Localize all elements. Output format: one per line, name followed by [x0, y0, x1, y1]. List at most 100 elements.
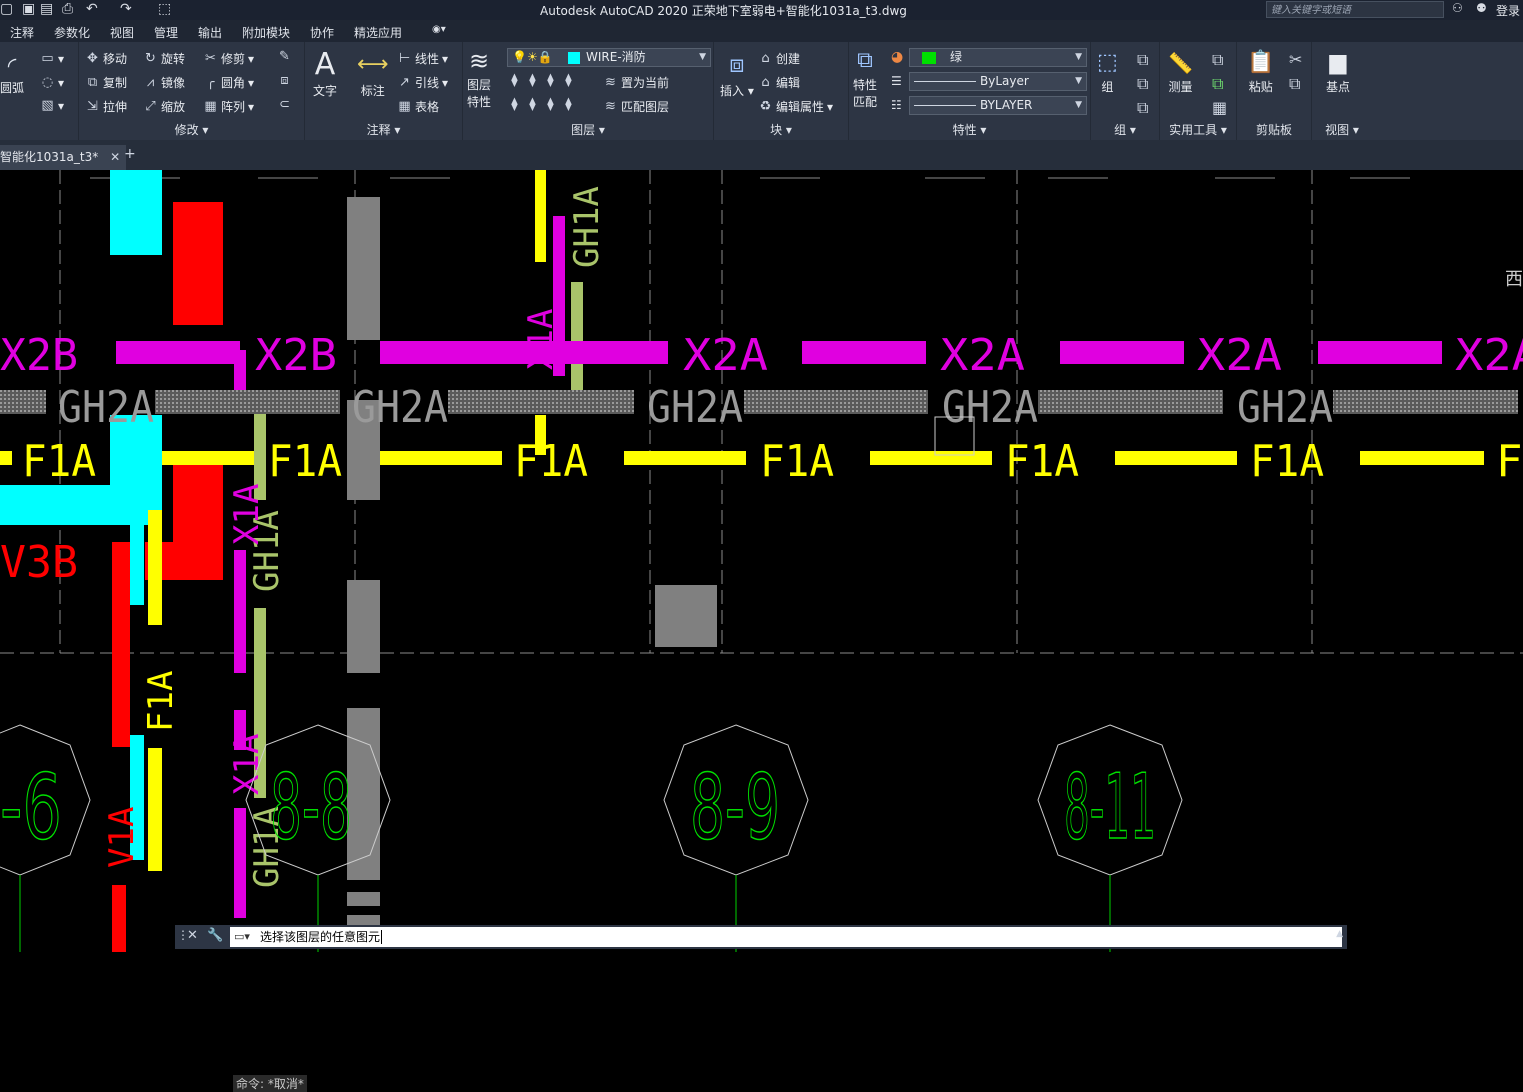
tab-view[interactable]: 视图: [110, 24, 134, 41]
view-panel-label[interactable]: 视图 ▾: [1312, 121, 1372, 138]
tab-annotate[interactable]: 注释: [10, 24, 34, 41]
layer-off-icon: ⧫: [547, 73, 554, 88]
search-input[interactable]: 键入关键字或短语: [1266, 1, 1444, 18]
dimension-button[interactable]: ⟷ 标注: [357, 48, 389, 99]
quick-select-icon[interactable]: ⧉: [1212, 50, 1223, 70]
share-icon[interactable]: ⬚: [158, 1, 171, 17]
close-icon[interactable]: ✕: [187, 928, 198, 943]
paste-button[interactable]: 📋 粘贴: [1247, 48, 1274, 95]
layer-tools-row2[interactable]: ⧫ ⧫ ⧫ ⧫: [507, 98, 576, 112]
linetype-dropdown[interactable]: ByLayer ▼: [909, 72, 1087, 91]
print-icon[interactable]: ⎙: [62, 1, 73, 17]
copy-clip-icon[interactable]: ⧉: [1289, 74, 1300, 94]
user-icon[interactable]: ⚇: [1452, 1, 1463, 15]
create-block-button[interactable]: ⌂ 创建: [758, 50, 800, 67]
layer-stack-icon: ≋: [468, 47, 490, 75]
mirror-button[interactable]: ⩘ 镜像: [143, 74, 185, 91]
fillet-button[interactable]: ╭ 圆角 ▾: [203, 74, 254, 91]
customize-wrench-icon[interactable]: 🔧: [207, 928, 223, 943]
move-button[interactable]: ✥ 移动: [85, 50, 127, 67]
layers-panel-label[interactable]: 图层 ▾: [463, 121, 713, 138]
clipboard-icon: 📋: [1247, 50, 1275, 75]
boundary-button[interactable]: ▧ ▾: [40, 99, 64, 114]
label-gh2a-4: GH2A: [942, 382, 1038, 433]
drawing-svg[interactable]: X2B X2B X2A X2A X2A X2A GH2A GH2A GH2A G…: [0, 170, 1523, 952]
move-icon: ✥: [87, 50, 98, 66]
drawing-canvas[interactable]: X2B X2B X2A X2A X2A X2A GH2A GH2A GH2A G…: [0, 170, 1523, 1092]
set-current-icon: ≋: [605, 74, 616, 90]
tab-collaborate[interactable]: 协作: [310, 24, 334, 41]
undo-icon[interactable]: ↶: [86, 1, 98, 17]
command-input[interactable]: ▭▾ 选择该图层的任意图元: [230, 927, 1342, 947]
group-select-icon[interactable]: ⧉: [1137, 98, 1148, 118]
table-button[interactable]: ▦ 表格: [397, 98, 439, 115]
modify-panel-label[interactable]: 修改 ▾: [79, 121, 304, 138]
command-prompt-icon[interactable]: ▭▾: [234, 927, 250, 947]
document-tab[interactable]: 智能化1031a_t3* ✕: [0, 145, 127, 170]
rectangle-button[interactable]: ▭ ▾: [40, 52, 64, 67]
copy-button[interactable]: ⧉ 复制: [85, 74, 127, 91]
basepoint-button[interactable]: ▆ 基点: [1326, 48, 1350, 95]
array-button[interactable]: ▦ 阵列 ▾: [203, 98, 254, 115]
match-layer-button[interactable]: ≋ 匹配图层: [603, 98, 669, 115]
axis-label-8-11: 8-11: [1064, 755, 1156, 860]
group-button[interactable]: ⬚ 组: [1097, 48, 1118, 95]
measure-button[interactable]: 📏 测量: [1168, 48, 1193, 95]
label-f1a-4: F1A: [760, 436, 834, 487]
hatch-button[interactable]: ◌ ▾: [40, 76, 64, 91]
edit-attributes-button[interactable]: ♻ 编辑属性 ▾: [758, 98, 833, 115]
color-dropdown[interactable]: 绿 ▼: [909, 48, 1087, 67]
close-icon[interactable]: ✕: [110, 150, 120, 164]
open-icon[interactable]: ▢: [0, 1, 13, 17]
leader-button[interactable]: ↗ 引线 ▾: [397, 74, 448, 91]
trim-icon: ✂: [205, 50, 216, 66]
account-icon[interactable]: ⚉: [1476, 1, 1487, 15]
group-edit-icon[interactable]: ⧉: [1137, 74, 1148, 94]
ribbon-toggle-icon[interactable]: ◉▾: [432, 24, 446, 35]
set-current-button[interactable]: ≋ 置为当前: [603, 74, 669, 91]
offset-button[interactable]: ⊂: [277, 98, 292, 112]
tab-output[interactable]: 输出: [198, 24, 222, 41]
label-gh1a-1: GH1A: [567, 186, 607, 268]
arc-button[interactable]: ◜ 圆弧: [0, 54, 24, 96]
insert-block-button[interactable]: ⧈ 插入 ▾: [720, 46, 754, 99]
stretch-button[interactable]: ⇲ 拉伸: [85, 98, 127, 115]
match-properties-button[interactable]: ⧉ 特性 匹配: [853, 46, 877, 110]
tab-featured-apps[interactable]: 精选应用: [354, 24, 402, 41]
layer-dropdown[interactable]: 💡☀🔒 WIRE-消防 ▼: [507, 48, 711, 67]
save-icon[interactable]: ▣: [22, 1, 35, 17]
layer-tools-row1[interactable]: ⧫ ⧫ ⧫ ⧫: [507, 74, 576, 88]
block-panel-label[interactable]: 块 ▾: [714, 121, 848, 138]
explode-button[interactable]: ⧈: [277, 74, 292, 88]
redo-icon[interactable]: ↷: [120, 1, 132, 17]
utilities-panel-label[interactable]: 实用工具 ▾: [1160, 121, 1236, 138]
trim-button[interactable]: ✂ 修剪 ▾: [203, 50, 254, 67]
edit-block-button[interactable]: ⌂ 编辑: [758, 74, 800, 91]
rotate-button[interactable]: ↻ 旋转: [143, 50, 185, 67]
tab-manage[interactable]: 管理: [154, 24, 178, 41]
properties-panel-label[interactable]: 特性 ▾: [849, 121, 1090, 138]
layer-delete-icon: ⧫: [547, 97, 554, 112]
layer-properties-button[interactable]: ≋ 图层 特性: [467, 46, 491, 110]
saveas-icon[interactable]: ▤: [40, 1, 53, 17]
tab-addins[interactable]: 附加模块: [242, 24, 290, 41]
groups-panel-label[interactable]: 组 ▾: [1091, 121, 1159, 138]
text-button[interactable]: A 文字: [313, 48, 337, 99]
new-tab-plus-icon[interactable]: +: [124, 146, 136, 162]
tab-parametric[interactable]: 参数化: [54, 24, 90, 41]
cyan-block-3: [0, 485, 145, 525]
cut-icon[interactable]: ✂: [1289, 50, 1302, 69]
lineweight-dropdown[interactable]: BYLAYER ▼: [909, 96, 1087, 115]
scale-button[interactable]: ⤢ 缩放: [143, 98, 185, 115]
linear-dimension-button[interactable]: ⊢ 线性 ▾: [397, 50, 448, 67]
viewcube-west-label[interactable]: 西: [1505, 269, 1523, 290]
erase-button[interactable]: ✎: [277, 50, 292, 64]
annotation-panel-label[interactable]: 注释 ▾: [305, 121, 462, 138]
calculator-icon[interactable]: ▦: [1212, 98, 1227, 117]
login-link[interactable]: 登录: [1496, 2, 1520, 19]
clipboard-panel: 📋 粘贴 ✂ ⧉ 剪贴板: [1237, 42, 1312, 140]
chevron-up-icon[interactable]: ▲: [1336, 929, 1343, 939]
edit-attributes-icon: ♻: [759, 98, 772, 114]
select-all-icon[interactable]: ⧉: [1212, 74, 1223, 94]
ungroup-icon[interactable]: ⧉: [1137, 50, 1148, 70]
